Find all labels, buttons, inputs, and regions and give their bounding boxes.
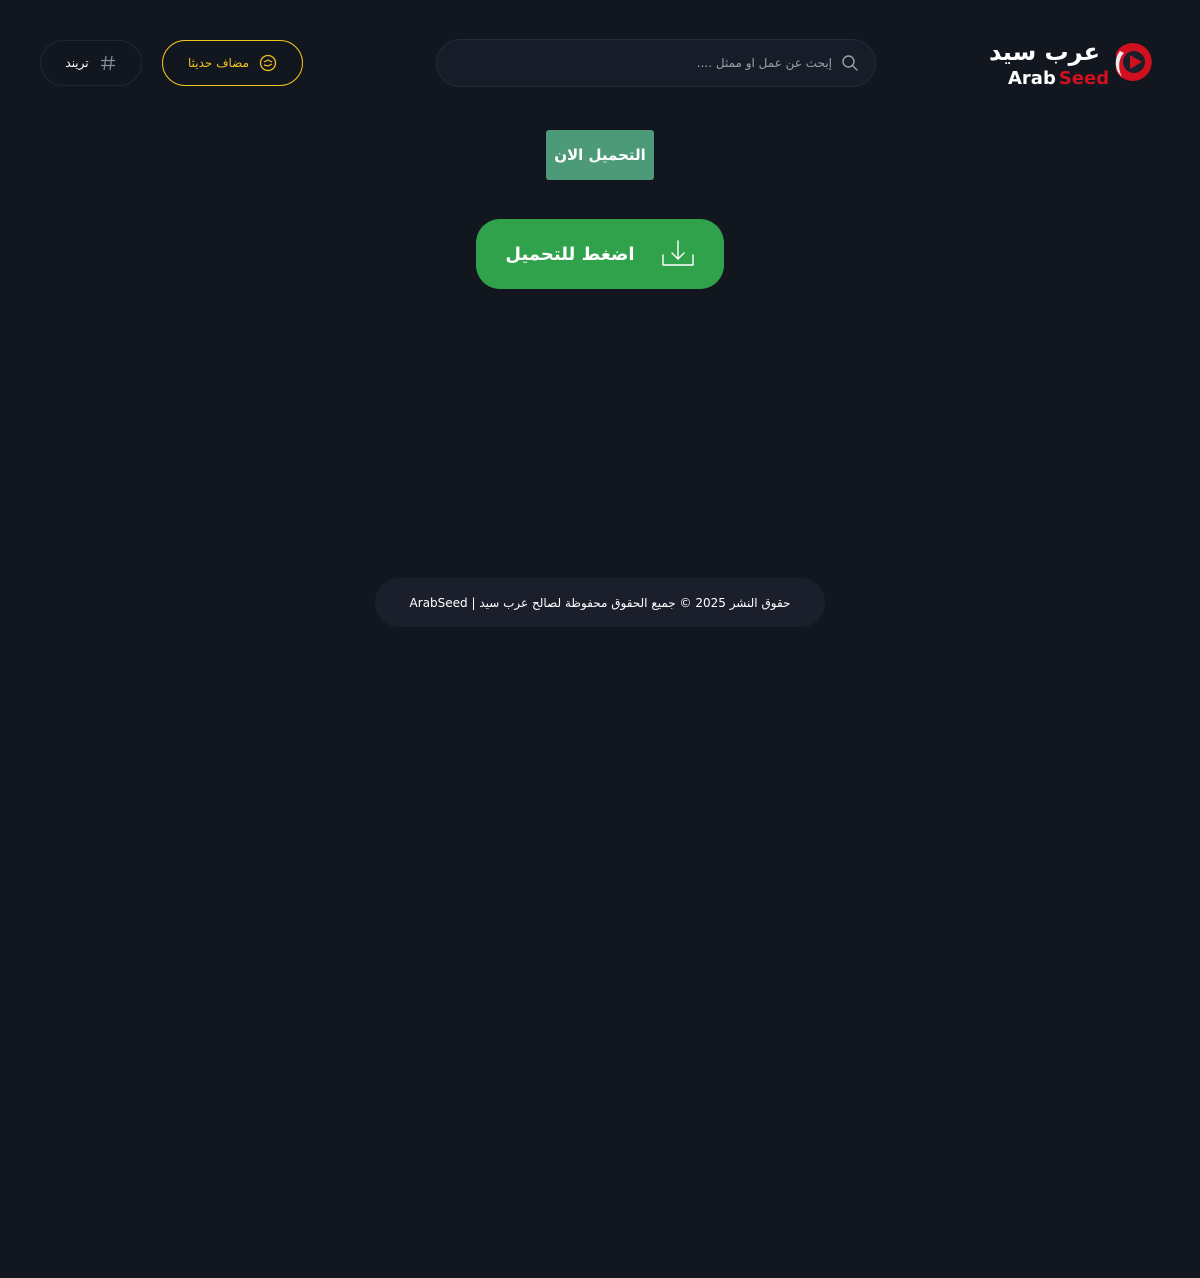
download-now-label: التحميل الان [554,146,646,164]
search-input[interactable] [457,40,832,86]
recently-added-label: مضاف حديثا [187,56,250,70]
footer-copyright: حقوق النشر 2025 © جميع الحقوق محفوظة لصا… [375,578,825,627]
hashtag-icon [100,55,115,71]
click-to-download-button[interactable]: اضغط للتحميل [476,219,724,289]
copyright-text: حقوق النشر 2025 © جميع الحقوق محفوظة لصا… [409,595,791,610]
logo-play-icon [1115,42,1152,81]
logo-latin-text: Arab Seed [1008,68,1110,89]
trending-button[interactable]: تريند [40,40,142,86]
logo-arabic-text: عرب سيد [988,38,1100,66]
download-now-button[interactable]: التحميل الان [546,130,654,180]
click-to-download-label: اضغط للتحميل [505,243,635,265]
site-logo[interactable]: عرب سيد Arab Seed [989,38,1158,92]
download-icon [661,240,694,266]
search-icon[interactable] [841,54,859,72]
recently-added-button[interactable]: مضاف حديثا [162,40,303,86]
clock-icon [259,54,277,72]
trending-label: تريند [65,56,89,70]
search-bar [436,39,876,87]
header: عرب سيد ArabSeed مضاف حديثا [0,0,1200,126]
